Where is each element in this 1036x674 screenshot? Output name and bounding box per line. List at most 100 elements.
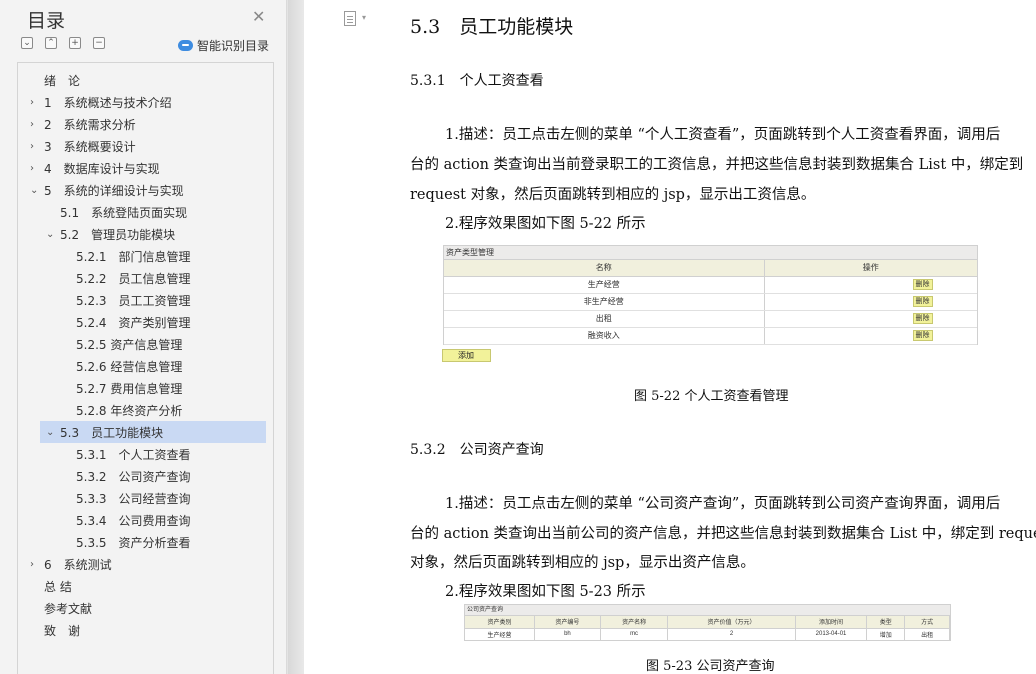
remove-heading-icon[interactable]: − [93,37,105,49]
toc-item[interactable]: › 1 系统概述与技术介绍 [30,91,172,113]
toc-item-label: 5.3.4 公司费用查询 [76,513,191,528]
table-cell: 出租 [904,628,950,640]
toc-item-label: 5.3.2 公司资产查询 [76,469,191,484]
toc-item[interactable]: 5.2.8 年终资产分析 [62,399,182,421]
chevron-down-icon[interactable]: ⌄ [30,185,42,196]
paragraph-line: 台的 action 类查询出当前公司的资产信息，并把这些信息封装到数据集合 Li… [410,526,1036,542]
table-row: 非生产经营 删除 [444,293,977,311]
table-cell: 生产经营 [444,276,765,294]
toc-tree[interactable]: 绪 论 › 1 系统概述与技术介绍 › 2 系统需求分析 › 3 系统概要设计 › 4 数据库设… [17,62,274,674]
toc-item-label: 5.2.6 经营信息管理 [76,359,183,374]
company-asset-table: 资产类别 资产编号 资产名称 资产价值（万元） 添加时间 类型 方式 生产经营 bh mc 2 20… [465,616,950,640]
toc-item[interactable]: 5.3.2 公司资产查询 [62,465,191,487]
table-row: 生产经营 删除 [444,276,977,294]
table-cell: mc [600,628,669,640]
chevron-right-icon[interactable]: › [30,163,42,174]
table-row: 融资收入 删除 [444,327,977,345]
cloud-icon [178,40,193,51]
delete-button[interactable]: 删除 [912,296,933,307]
table-cell: 2013-04-01 [795,628,868,640]
column-header: 资产类别 [465,616,536,629]
chevron-right-icon[interactable]: › [30,559,42,570]
toc-item-label: 4 数据库设计与实现 [44,161,160,176]
smart-recognize-label: 智能识别目录 [197,39,270,53]
chevron-down-icon[interactable]: ⌄ [46,229,58,240]
toc-item-label: 5.2.5 资产信息管理 [76,337,183,352]
toc-item[interactable]: 5.2.7 费用信息管理 [62,377,182,399]
chevron-right-icon[interactable]: › [30,97,42,108]
delete-button[interactable]: 删除 [912,279,933,290]
table-row: 出租 删除 [444,310,977,328]
toc-item[interactable]: › 2 系统需求分析 [30,113,136,135]
delete-button[interactable]: 删除 [912,330,933,341]
table-cell: 2 [667,628,796,640]
toc-item[interactable]: 5.3.5 资产分析查看 [62,531,191,553]
toc-item[interactable]: 5.2.6 经营信息管理 [62,355,182,377]
delete-button[interactable]: 删除 [912,313,933,324]
toc-item-label: 绪 论 [44,73,81,88]
paragraph-line: request 对象，然后页面跳转到相应的 jsp，显示出工资信息。 [410,187,816,203]
toc-item-label: 5 系统的详细设计与实现 [44,183,184,198]
expand-all-icon[interactable]: ⌃ [45,37,57,49]
toc-item[interactable]: 5.3.3 公司经营查询 [62,487,191,509]
toc-item[interactable]: 致 谢 [30,619,80,641]
column-header: 操作 [764,260,977,277]
toc-panel: 目录 ✕ ⌄ ⌃ + − 智能识别目录 绪 论 › 1 系统概述与技术介绍 › 2 系统… [0,0,287,674]
column-header: 资产价值（万元） [667,616,796,629]
table-cell: 出租 [444,310,765,328]
table-cell: 增加 [866,628,906,640]
toc-item[interactable]: 5.3.1 个人工资查看 [62,443,191,465]
toc-item[interactable]: › 6 系统测试 [30,553,112,575]
paragraph-line: 台的 action 类查询出当前登录职工的工资信息，并把这些信息封装到数据集合 … [410,157,1024,173]
toc-item[interactable]: ⌄ 5.2 管理员功能模块 [46,223,175,245]
close-icon[interactable]: ✕ [252,7,265,26]
toc-item-label: 5.3.5 资产分析查看 [76,535,191,550]
toc-item[interactable]: 5.2.5 资产信息管理 [62,333,182,355]
toc-item-label: 2 系统需求分析 [44,117,136,132]
document-icon[interactable] [344,11,356,26]
chevron-down-icon[interactable]: ▾ [362,13,366,22]
toc-item-label: 1 系统概述与技术介绍 [44,95,172,110]
figure-title: 公司资产查询 [465,605,950,616]
toc-item[interactable]: › 4 数据库设计与实现 [30,157,160,179]
chevron-right-icon[interactable]: › [30,141,42,152]
toc-item-label: 6 系统测试 [44,557,112,572]
toc-item[interactable]: 5.2.4 资产类别管理 [62,311,191,333]
toc-item[interactable]: 绪 论 [30,69,80,91]
table-cell: 融资收入 [444,327,765,345]
figure-5-23: 公司资产查询 资产类别 资产编号 资产名称 资产价值（万元） 添加时间 类型 方式 生产经营… [464,604,951,641]
toc-item-label: 5.2 管理员功能模块 [60,227,176,242]
toc-item-label: 5.2.8 年终资产分析 [76,403,183,418]
toc-item[interactable]: 5.2.3 员工工资管理 [62,289,191,311]
toc-item-label: 5.2.3 员工工资管理 [76,293,191,308]
asset-type-table: 名称 操作 生产经营 删除 非生产经营 删除 出租 删除 融资收入 删除 [444,260,977,345]
toc-item[interactable]: 参考文献 [30,597,92,619]
column-header: 名称 [444,260,765,277]
toc-item[interactable]: 5.3.4 公司费用查询 [62,509,191,531]
toc-item-label: 5.2.4 资产类别管理 [76,315,191,330]
toc-item[interactable]: 总 结 [30,575,72,597]
toc-item[interactable]: ⌄ 5.3 员工功能模块 [40,421,266,443]
toc-item[interactable]: 5.2.1 部门信息管理 [62,245,191,267]
chevron-right-icon[interactable]: › [30,119,42,130]
heading-5-3-2: 5.3.2 公司资产查询 [410,442,544,458]
toc-item[interactable]: ⌄ 5 系统的详细设计与实现 [30,179,184,201]
toc-item-label: 5.2.7 费用信息管理 [76,381,183,396]
table-cell: bh [534,628,601,640]
toc-item[interactable]: › 3 系统概要设计 [30,135,136,157]
toc-item[interactable]: 5.1 系统登陆页面实现 [46,201,187,223]
toc-item-label: 5.2.1 部门信息管理 [76,249,191,264]
add-button[interactable]: 添加 [442,349,491,362]
column-header: 资产名称 [600,616,669,629]
add-heading-icon[interactable]: + [69,37,81,49]
figure-title: 资产类型管理 [444,246,977,260]
smart-recognize-toc-button[interactable]: 智能识别目录 [178,37,269,54]
toc-item[interactable]: 5.2.2 员工信息管理 [62,267,191,289]
toc-item-label: 5.3.1 个人工资查看 [76,447,191,462]
column-header: 添加时间 [795,616,868,629]
collapse-all-icon[interactable]: ⌄ [21,37,33,49]
toc-item-label: 3 系统概要设计 [44,139,136,154]
column-header: 资产编号 [534,616,601,629]
chevron-down-icon[interactable]: ⌄ [46,427,58,438]
paragraph-line: 2.程序效果图如下图 5-23 所示 [445,584,646,600]
